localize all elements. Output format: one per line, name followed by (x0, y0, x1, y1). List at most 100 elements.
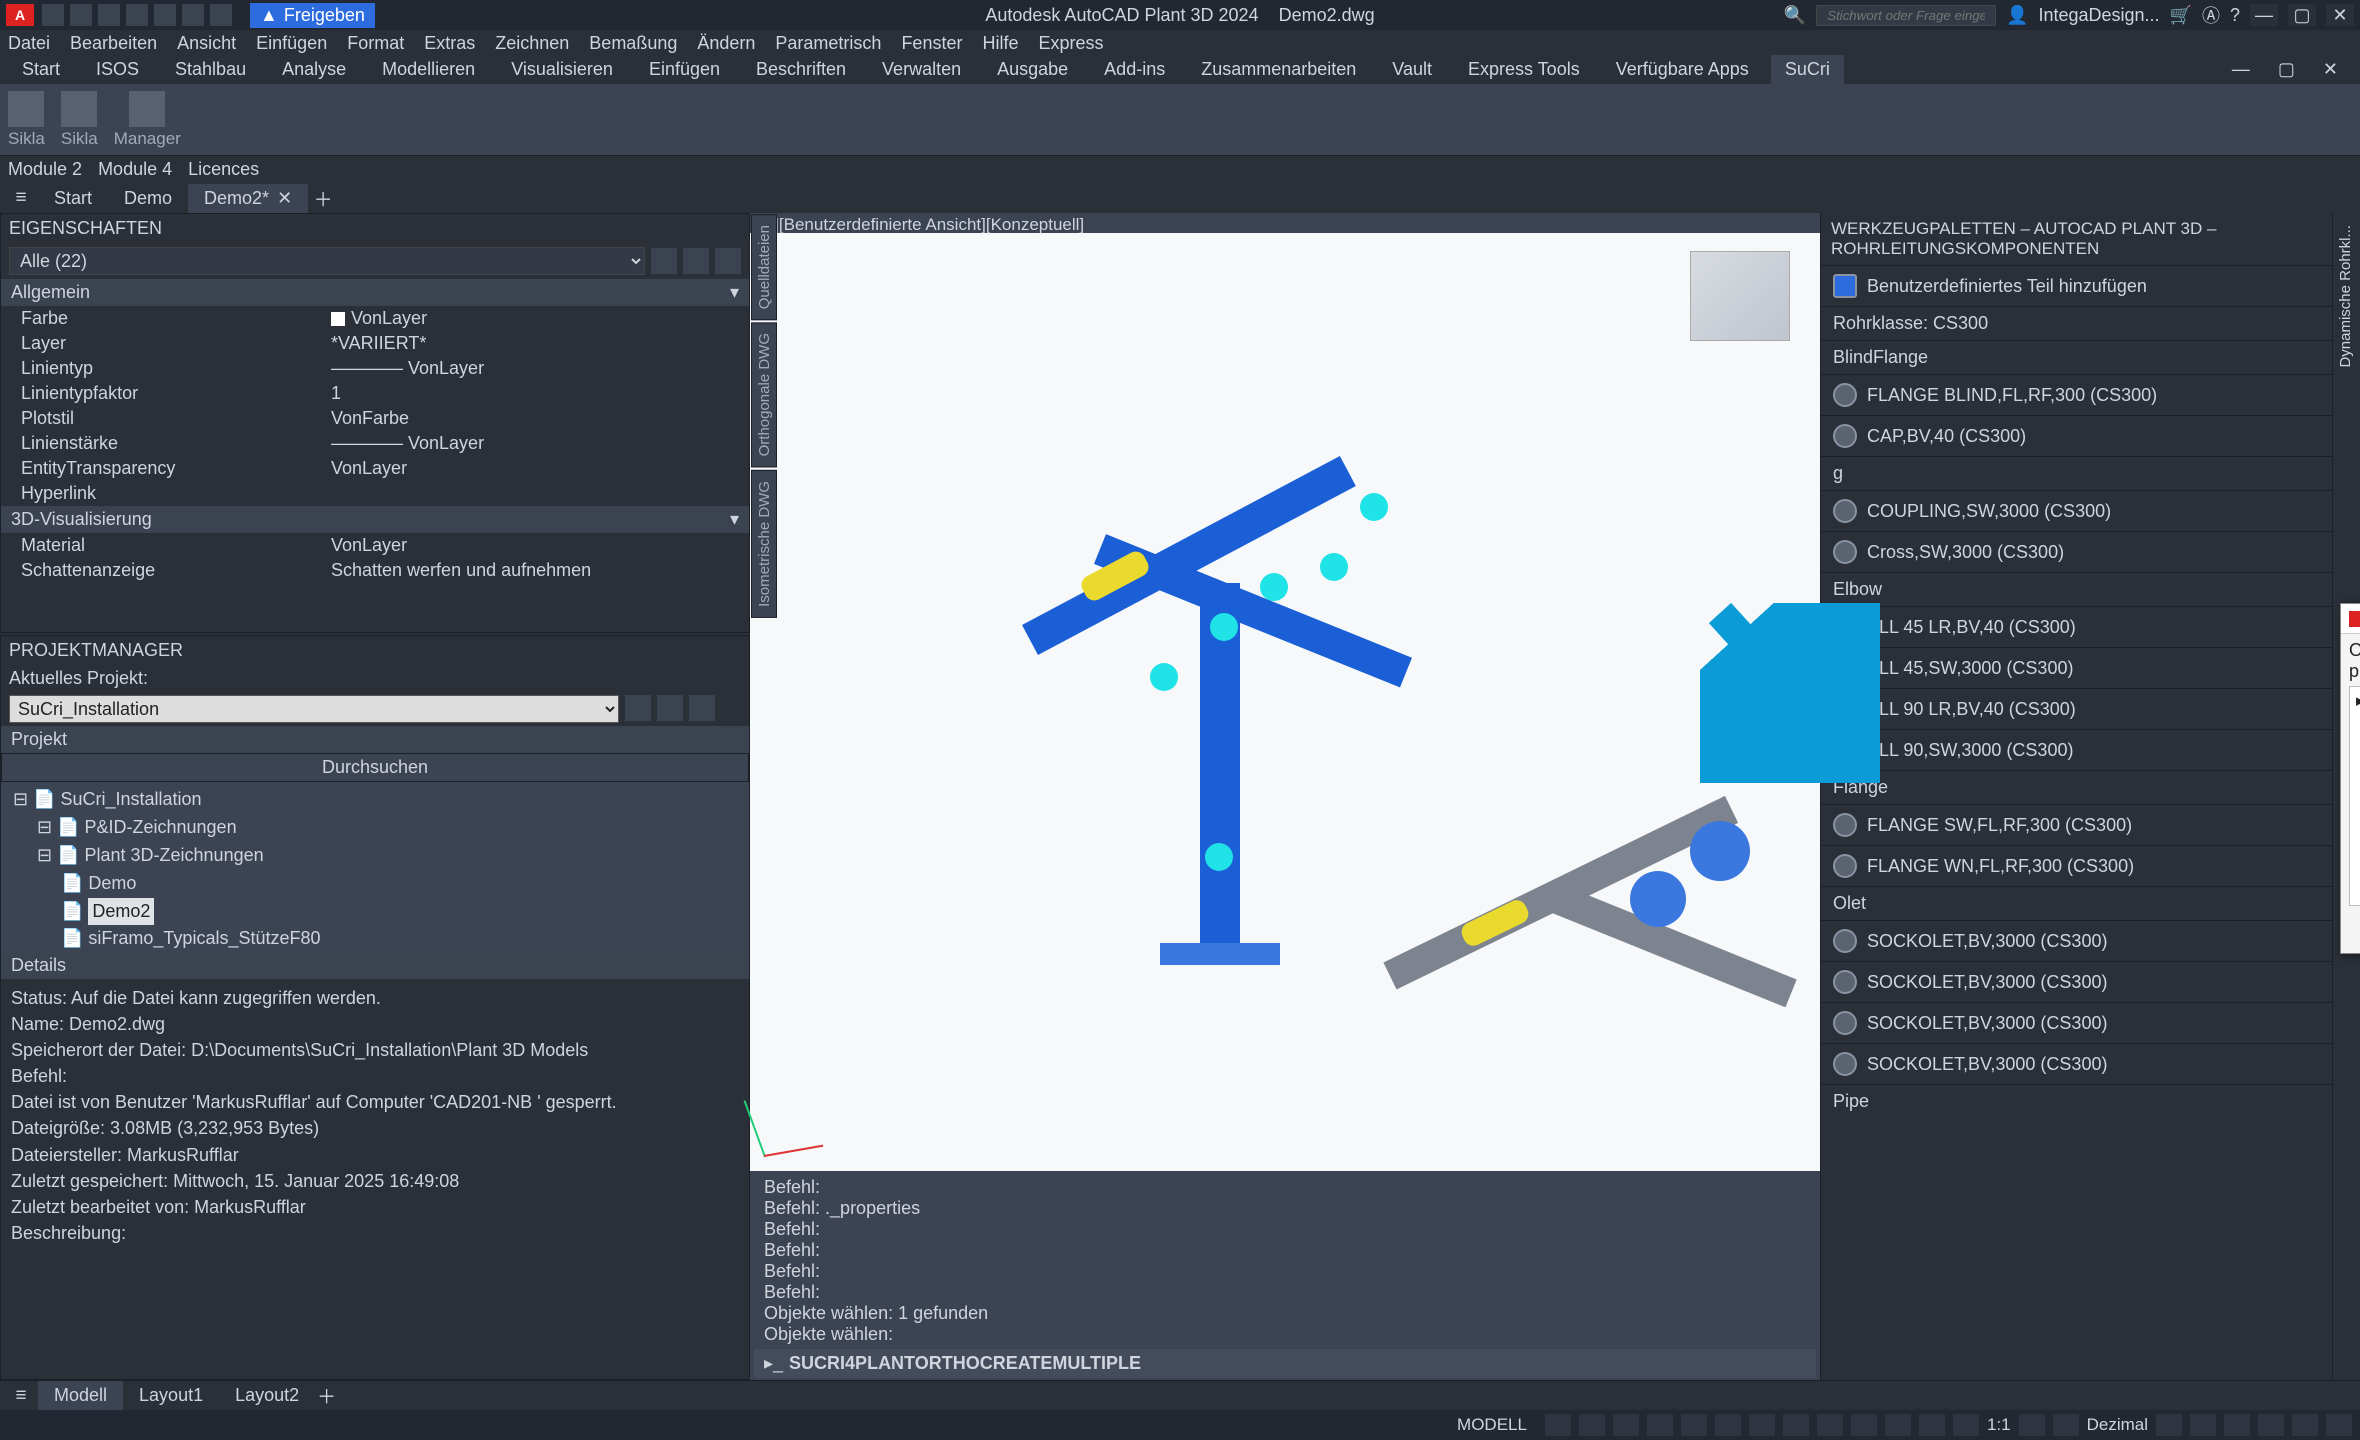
panel-licences[interactable]: Licences (188, 159, 259, 180)
model-space-button[interactable]: MODELL (1447, 1413, 1537, 1437)
tree-node[interactable]: ⊟ 📄 Plant 3D-Zeichnungen (9, 842, 741, 870)
cleanscreen-icon[interactable] (2292, 1414, 2318, 1436)
menu-ändern[interactable]: Ändern (697, 33, 755, 54)
app-icon[interactable]: A (6, 4, 34, 26)
menu-bemaßung[interactable]: Bemaßung (589, 33, 677, 54)
ribbon-tab-vault[interactable]: Vault (1378, 55, 1446, 84)
ribbon-tab-start[interactable]: Start (8, 55, 74, 84)
qat-new-icon[interactable] (42, 4, 64, 26)
ribbon-tab-zusammenarbeiten[interactable]: Zusammenarbeiten (1187, 55, 1370, 84)
palette-item[interactable]: SOCKOLET,BV,3000 (CS300) (1821, 920, 2332, 961)
project-tree[interactable]: ⊟ 📄 SuCri_Installation⊟ 📄 P&ID-Zeichnung… (1, 782, 749, 952)
new-layout-button[interactable]: ＋ (317, 1382, 336, 1409)
window-minimize-button[interactable]: — (2250, 4, 2278, 26)
snap-icon[interactable] (1579, 1414, 1605, 1436)
polar-icon[interactable] (1647, 1414, 1673, 1436)
property-row[interactable]: MaterialVonLayer (1, 533, 749, 558)
menu-hilfe[interactable]: Hilfe (982, 33, 1018, 54)
pm-tool-icon[interactable] (695, 730, 715, 750)
ribbon-tab-beschriften[interactable]: Beschriften (742, 55, 860, 84)
window-close-button[interactable]: ✕ (2326, 4, 2354, 26)
current-project-dropdown[interactable]: SuCri_Installation (9, 695, 619, 723)
ribbon-tab-add-ins[interactable]: Add-ins (1090, 55, 1179, 84)
ribbon-tab-sucri[interactable]: SuCri (1771, 55, 1844, 84)
doc-minimize-button[interactable]: — (2218, 55, 2264, 84)
layout-tab[interactable]: Layout2 (219, 1381, 315, 1410)
user-label[interactable]: IntegaDesign... (2038, 5, 2159, 26)
palette-item[interactable]: ELL 45,SW,3000 (CS300) (1821, 647, 2332, 688)
menu-extras[interactable]: Extras (424, 33, 475, 54)
qat-saveas-icon[interactable] (126, 4, 148, 26)
side-tab[interactable]: Orthogonale DWG (751, 322, 777, 467)
menu-einfügen[interactable]: Einfügen (256, 33, 327, 54)
viewport-controls[interactable]: [–][Benutzerdefinierte Ansicht][Konzeptu… (750, 213, 1820, 233)
property-row[interactable]: Linienstärke———— VonLayer (1, 431, 749, 456)
details-tool-icon[interactable] (671, 956, 691, 976)
qat-plot-icon[interactable] (154, 4, 176, 26)
tree-node[interactable]: 📄 siFramo_Typicals_StützeF80 (9, 925, 741, 952)
annomonitor-icon[interactable] (1953, 1414, 1979, 1436)
tree-node[interactable]: ⊟ 📄 P&ID-Zeichnungen (9, 814, 741, 842)
hardware-accel-icon[interactable] (2258, 1414, 2284, 1436)
doc-tab[interactable]: Demo2* ✕ (188, 184, 308, 213)
menu-fenster[interactable]: Fenster (901, 33, 962, 54)
otrack-icon[interactable] (1749, 1414, 1775, 1436)
ortho-icon[interactable] (1613, 1414, 1639, 1436)
user-icon[interactable]: 👤 (2006, 5, 2028, 26)
ribbon-tab-express tools[interactable]: Express Tools (1454, 55, 1594, 84)
command-input[interactable]: SUCRI4PLANTORTHOCREATEMULTIPLE (789, 1353, 1141, 1374)
doc-close-button[interactable]: ✕ (2309, 55, 2352, 84)
help-icon[interactable]: ? (2230, 5, 2240, 26)
ribbon-tab-analyse[interactable]: Analyse (268, 55, 360, 84)
palette-item[interactable]: FLANGE WN,FL,RF,300 (CS300) (1821, 845, 2332, 886)
quickselect-icon[interactable] (651, 248, 677, 274)
osnap-icon[interactable] (1681, 1414, 1707, 1436)
property-row[interactable]: FarbeVonLayer (1, 306, 749, 331)
app-menu-button[interactable]: ≡ (6, 185, 36, 211)
ribbon-tab-ausgabe[interactable]: Ausgabe (983, 55, 1082, 84)
new-tab-button[interactable]: ＋ (310, 185, 336, 212)
qat-save-icon[interactable] (98, 4, 120, 26)
ribbon-group-sikla[interactable]: Sikla (61, 91, 98, 149)
ribbon-group-sikla[interactable]: Sikla (8, 91, 45, 149)
command-window[interactable]: Befehl: Befehl: ._properties Befehl: Bef… (750, 1171, 1820, 1380)
help-search-input[interactable] (1816, 5, 1996, 26)
panel-module-4[interactable]: Module 4 (98, 159, 172, 180)
close-tab-icon[interactable]: ✕ (277, 188, 292, 209)
pm-tool-icon[interactable] (647, 730, 667, 750)
3dosnap-icon[interactable] (1715, 1414, 1741, 1436)
doc-tab[interactable]: Demo (108, 184, 188, 213)
workspace-icon[interactable] (2019, 1414, 2045, 1436)
property-group-header[interactable]: 3D-Visualisierung▾ (1, 506, 749, 533)
units-format[interactable]: Dezimal (2087, 1415, 2148, 1435)
panel-module-2[interactable]: Module 2 (8, 159, 82, 180)
palette-item[interactable]: SOCKOLET,BV,3000 (CS300) (1821, 1002, 2332, 1043)
gizmo-icon[interactable] (1919, 1414, 1945, 1436)
project-search-input[interactable]: Durchsuchen (10, 757, 740, 778)
ribbon-tab-isos[interactable]: ISOS (82, 55, 153, 84)
add-custom-part-button[interactable]: Benutzerdefiniertes Teil hinzufügen (1821, 265, 2332, 306)
pm-tool-icon[interactable] (671, 730, 691, 750)
viewcube[interactable] (1690, 251, 1790, 341)
menu-express[interactable]: Express (1038, 33, 1103, 54)
doc-tab[interactable]: Start (38, 184, 108, 213)
details-tool-icon[interactable] (719, 956, 739, 976)
pickadd-icon[interactable] (715, 248, 741, 274)
pm-icon-3[interactable] (689, 695, 715, 721)
customize-icon[interactable] (2326, 1414, 2352, 1436)
details-tool-icon[interactable] (695, 956, 715, 976)
ribbon-tab-visualisieren[interactable]: Visualisieren (497, 55, 627, 84)
lockui-icon[interactable] (2190, 1414, 2216, 1436)
grid-icon[interactable] (1545, 1414, 1571, 1436)
palette-item[interactable]: SOCKOLET,BV,3000 (CS300) (1821, 1043, 2332, 1084)
side-tab[interactable]: Quelldateien (751, 214, 777, 320)
palette-item[interactable]: FLANGE BLIND,FL,RF,300 (CS300) (1821, 374, 2332, 415)
palette-item[interactable]: ELL 45 LR,BV,40 (CS300) (1821, 606, 2332, 647)
layout-tab[interactable]: Layout1 (123, 1381, 219, 1410)
lwt-icon[interactable] (1817, 1414, 1843, 1436)
pm-icon-1[interactable] (625, 695, 651, 721)
pm-tool-icon[interactable] (719, 730, 739, 750)
property-row[interactable]: Layer*VARIIERT* (1, 331, 749, 356)
palette-item[interactable]: ELL 90,SW,3000 (CS300) (1821, 729, 2332, 770)
qat-open-icon[interactable] (70, 4, 92, 26)
